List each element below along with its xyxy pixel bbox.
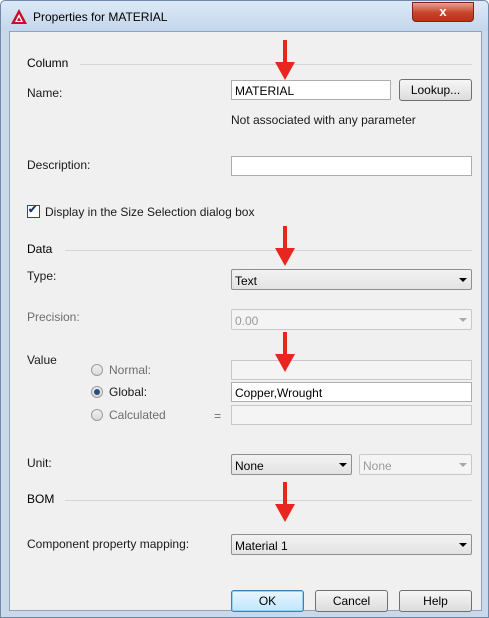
properties-dialog: Properties for MATERIAL x Column Name: M… [0,0,489,618]
unit-dropdown-value: None [235,459,264,473]
association-note: Not associated with any parameter [231,113,416,127]
title-bar[interactable]: Properties for MATERIAL x [1,1,488,31]
ok-button[interactable]: OK [231,590,304,612]
dialog-body: Column Name: MATERIAL Lookup... Not asso… [9,31,482,612]
name-input[interactable]: MATERIAL [231,80,391,100]
display-checkbox-label: Display in the Size Selection dialog box [45,205,255,219]
section-divider [65,500,472,501]
normal-value-input[interactable] [231,360,472,380]
lookup-button[interactable]: Lookup... [399,79,472,101]
unit-label: Unit: [27,456,52,470]
chevron-down-icon [459,278,467,282]
precision-dropdown-value: 0.00 [235,314,259,328]
section-title-bom: BOM [27,492,55,506]
precision-label: Precision: [27,310,80,324]
calculated-radio[interactable] [91,409,103,421]
normal-radio[interactable] [91,364,103,376]
chevron-down-icon [459,463,467,467]
chevron-down-icon [459,543,467,547]
precision-dropdown[interactable]: 0.00 [231,309,472,330]
unit-secondary-dropdown[interactable]: None [359,454,472,475]
chevron-down-icon [339,463,347,467]
display-in-size-selection-checkbox[interactable]: ✔ [27,204,40,218]
red-arrow-annotation [275,482,295,522]
global-radio[interactable] [91,386,103,398]
red-arrow-annotation [275,332,295,372]
section-title-data: Data [27,242,53,256]
red-arrow-annotation [275,226,295,266]
mapping-dropdown-value: Material 1 [235,539,288,553]
value-label: Value [27,353,57,367]
autocad-logo-icon [11,9,27,24]
cancel-button[interactable]: Cancel [315,590,388,612]
name-label: Name: [27,86,63,100]
type-dropdown[interactable]: Text [231,269,472,290]
normal-radio-label: Normal: [109,363,152,377]
unit-secondary-value: None [363,459,392,473]
equals-sign: = [214,409,222,423]
checkbox-check-icon: ✔ [28,204,38,216]
section-title-column: Column [27,56,69,70]
red-arrow-annotation [275,40,295,80]
close-button[interactable]: x [412,2,474,22]
type-label: Type: [27,269,57,283]
window-title: Properties for MATERIAL [33,10,168,24]
global-value-input[interactable]: Copper,Wrought [231,382,472,402]
description-label: Description: [27,158,91,172]
description-input[interactable] [231,156,472,176]
unit-dropdown[interactable]: None [231,454,352,475]
calculated-radio-label: Calculated [109,408,166,422]
chevron-down-icon [459,318,467,322]
section-divider [65,250,472,251]
component-property-mapping-dropdown[interactable]: Material 1 [231,534,472,555]
mapping-label: Component property mapping: [27,537,190,551]
type-dropdown-value: Text [235,274,258,288]
global-radio-label: Global: [109,385,148,399]
calculated-value-input[interactable] [231,405,472,425]
help-button[interactable]: Help [399,590,472,612]
close-icon: x [439,4,447,19]
